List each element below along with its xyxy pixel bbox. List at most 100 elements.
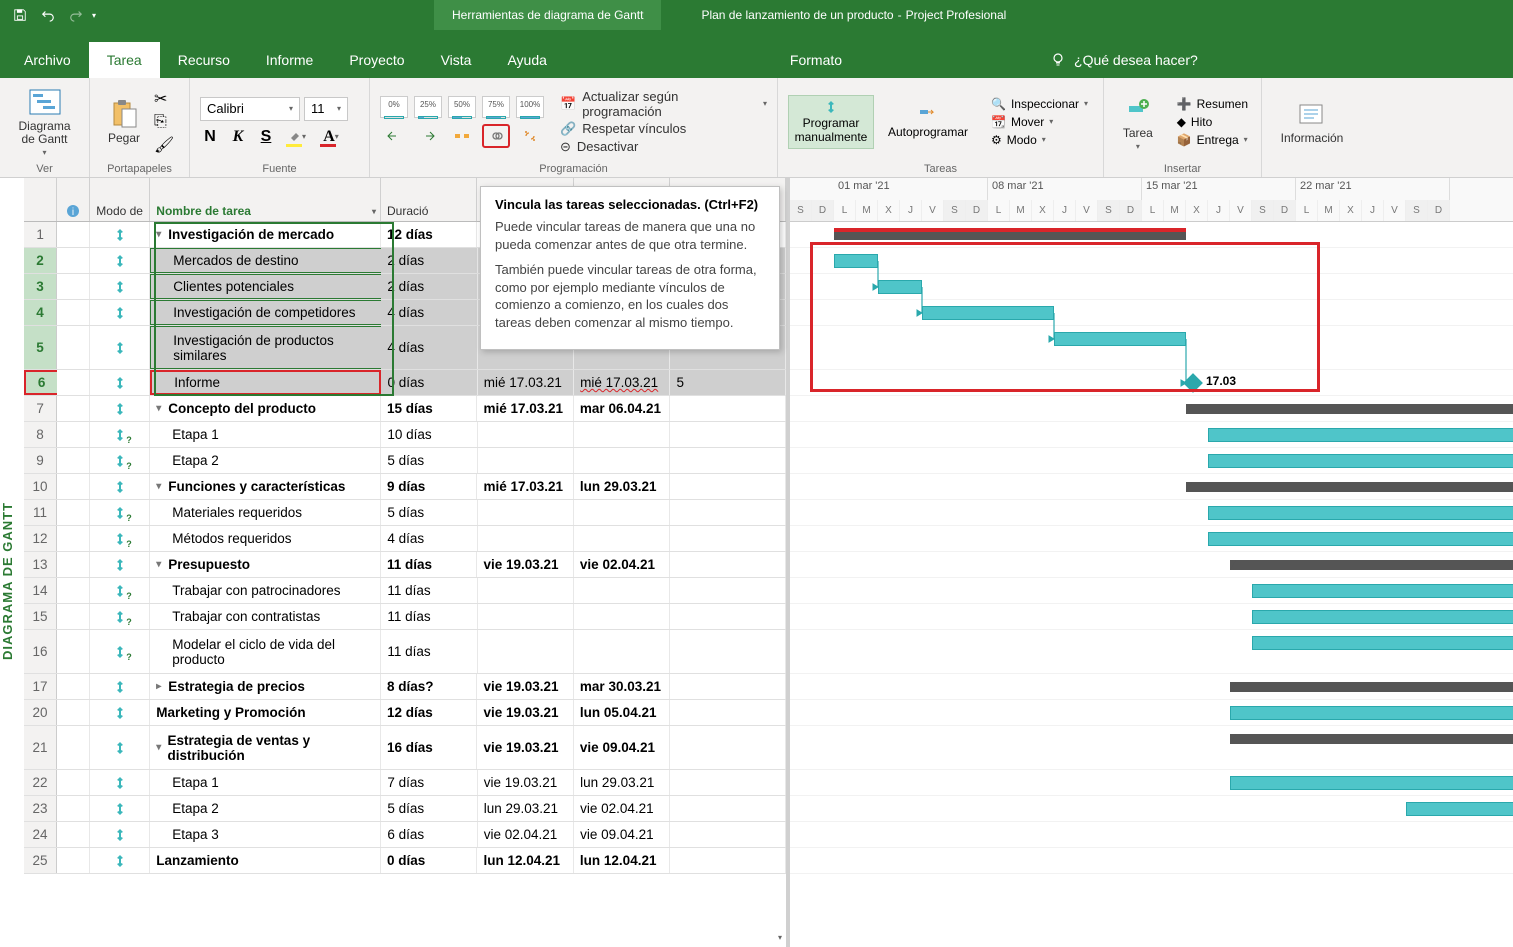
start-cell[interactable]: vie 19.03.21 [477, 674, 573, 699]
task-bar[interactable] [1230, 706, 1513, 720]
row-info[interactable] [57, 370, 90, 395]
task-row[interactable]: 25Lanzamiento0 díaslun 12.04.21lun 12.04… [24, 848, 786, 874]
row-mode[interactable] [90, 274, 150, 299]
task-row[interactable]: 15Trabajar con contratistas11 días [24, 604, 786, 630]
task-bar[interactable] [922, 306, 1054, 320]
task-row[interactable]: 9Etapa 25 días [24, 448, 786, 474]
row-info[interactable] [57, 674, 90, 699]
predecessor-cell[interactable] [670, 526, 786, 551]
task-name-cell[interactable]: Informe [150, 370, 381, 395]
task-name-cell[interactable]: ▾Investigación de mercado [150, 222, 381, 247]
fill-color-button[interactable]: ▾ [284, 127, 310, 147]
predecessor-cell[interactable] [670, 552, 786, 577]
tab-informe[interactable]: Informe [248, 42, 331, 78]
row-info[interactable] [57, 630, 90, 673]
duration-cell[interactable]: 12 días [381, 700, 477, 725]
task-bar[interactable] [1208, 532, 1513, 546]
start-cell[interactable] [478, 526, 574, 551]
duration-cell[interactable]: 11 días [381, 630, 477, 673]
row-info[interactable] [57, 396, 90, 421]
start-cell[interactable]: mié 17.03.21 [478, 370, 574, 395]
duration-cell[interactable]: 0 días [381, 370, 477, 395]
predecessor-cell[interactable] [670, 726, 786, 769]
finish-cell[interactable]: lun 29.03.21 [574, 474, 670, 499]
row-info[interactable] [57, 770, 90, 795]
task-name-cell[interactable]: Investigación de competidores [150, 300, 381, 325]
summary-bar[interactable] [1230, 682, 1513, 692]
finish-cell[interactable]: vie 02.04.21 [574, 552, 670, 577]
gantt-chart[interactable]: 01 mar '2108 mar '2115 mar '2122 mar '21… [790, 178, 1513, 947]
row-info[interactable] [57, 526, 90, 551]
task-row[interactable]: 17▸Estrategia de precios8 días?vie 19.03… [24, 674, 786, 700]
summary-bar[interactable] [1186, 404, 1513, 414]
tab-vista[interactable]: Vista [423, 42, 490, 78]
duration-cell[interactable]: 7 días [381, 770, 477, 795]
redo-icon[interactable] [64, 3, 88, 27]
start-cell[interactable]: lun 12.04.21 [477, 848, 573, 873]
duration-cell[interactable]: 4 días [381, 300, 477, 325]
duration-cell[interactable]: 5 días [381, 448, 477, 473]
finish-cell[interactable]: mié 17.03.21 [574, 370, 670, 395]
task-bar[interactable] [1252, 636, 1513, 650]
task-name-cell[interactable]: Etapa 3 [150, 822, 381, 847]
finish-cell[interactable]: vie 02.04.21 [574, 796, 670, 821]
duration-cell[interactable]: 2 días [381, 248, 477, 273]
qat-dropdown-icon[interactable]: ▾ [92, 11, 96, 20]
task-name-cell[interactable]: Métodos requeridos [150, 526, 381, 551]
task-name-cell[interactable]: Etapa 2 [150, 448, 381, 473]
row-number[interactable]: 1 [24, 222, 57, 247]
task-bar[interactable] [1208, 454, 1513, 468]
start-cell[interactable]: mié 17.03.21 [477, 396, 573, 421]
row-number[interactable]: 24 [24, 822, 57, 847]
row-info[interactable] [57, 274, 90, 299]
duration-cell[interactable]: 4 días [381, 326, 477, 369]
predecessor-cell[interactable] [670, 422, 786, 447]
duration-cell[interactable]: 6 días [381, 822, 477, 847]
row-number[interactable]: 4 [24, 300, 57, 325]
row-number[interactable]: 16 [24, 630, 57, 673]
row-mode[interactable] [90, 300, 150, 325]
unlink-tasks-button[interactable] [516, 124, 544, 148]
duration-cell[interactable]: 5 días [381, 796, 477, 821]
row-number[interactable]: 7 [24, 396, 57, 421]
task-row[interactable]: 23Etapa 25 díaslun 29.03.21vie 02.04.21 [24, 796, 786, 822]
task-name-cell[interactable]: Marketing y Promoción [150, 700, 381, 725]
row-info[interactable] [57, 578, 90, 603]
row-info[interactable] [57, 726, 90, 769]
task-name-cell[interactable]: Etapa 1 [150, 770, 381, 795]
finish-cell[interactable] [574, 578, 670, 603]
row-info[interactable] [57, 448, 90, 473]
row-info[interactable] [57, 326, 90, 369]
duration-cell[interactable]: 11 días [381, 552, 477, 577]
tab-archivo[interactable]: Archivo [6, 42, 89, 78]
pct-25-button[interactable]: 25% [414, 96, 442, 118]
row-info[interactable] [57, 300, 90, 325]
task-name-cell[interactable]: Investigación de productos similares [150, 326, 381, 369]
task-name-cell[interactable]: Materiales requeridos [150, 500, 381, 525]
auto-schedule-button[interactable]: Autoprogramar [880, 101, 976, 143]
duration-cell[interactable]: 4 días [381, 526, 477, 551]
task-bar[interactable] [1208, 428, 1513, 442]
task-name-cell[interactable]: ▾Funciones y características [150, 474, 381, 499]
task-bar[interactable] [1252, 584, 1513, 598]
row-mode[interactable] [90, 526, 150, 551]
start-cell[interactable] [478, 578, 574, 603]
row-info[interactable] [57, 848, 90, 873]
start-cell[interactable] [478, 604, 574, 629]
row-info[interactable] [57, 700, 90, 725]
row-number[interactable]: 6 [24, 370, 57, 395]
task-name-cell[interactable]: Trabajar con contratistas [150, 604, 381, 629]
task-name-cell[interactable]: Modelar el ciclo de vida del producto [150, 630, 381, 673]
predecessor-cell[interactable] [670, 396, 786, 421]
row-mode[interactable] [90, 222, 150, 247]
finish-cell[interactable]: lun 29.03.21 [574, 770, 670, 795]
start-cell[interactable] [478, 422, 574, 447]
finish-cell[interactable] [574, 604, 670, 629]
start-cell[interactable] [478, 500, 574, 525]
tab-recurso[interactable]: Recurso [160, 42, 248, 78]
row-number[interactable]: 2 [24, 248, 57, 273]
task-row[interactable]: 11Materiales requeridos5 días [24, 500, 786, 526]
col-info[interactable]: i [57, 178, 90, 221]
pct-75-button[interactable]: 75% [482, 96, 510, 118]
undo-icon[interactable] [36, 3, 60, 27]
